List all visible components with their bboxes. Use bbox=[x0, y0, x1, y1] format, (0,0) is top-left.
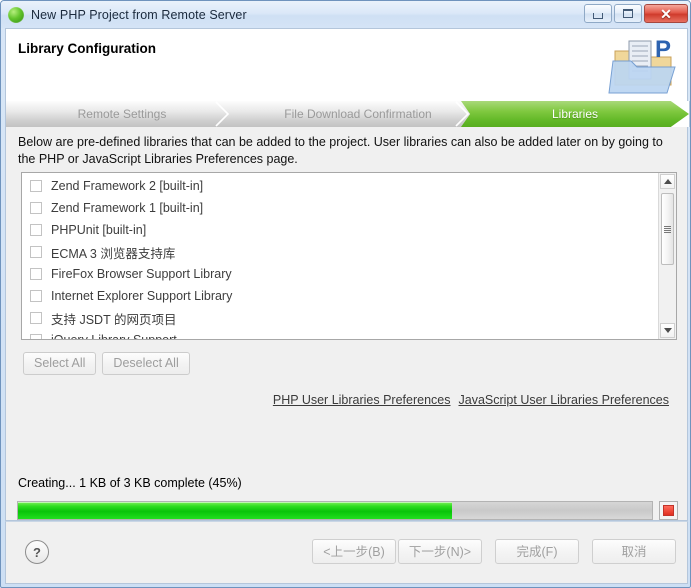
step-label: Remote Settings bbox=[77, 107, 167, 121]
stop-button[interactable] bbox=[659, 501, 678, 520]
library-label: 支持 JSDT 的网页项目 bbox=[51, 312, 177, 327]
deselect-all-button[interactable]: Deselect All bbox=[102, 352, 190, 375]
library-checkbox[interactable] bbox=[30, 246, 42, 258]
minimize-button[interactable] bbox=[584, 4, 612, 23]
help-button[interactable]: ? bbox=[25, 540, 49, 564]
wizard-window: New PHP Project from Remote Server ✕ Lib… bbox=[0, 0, 691, 588]
progress-status-text: Creating... 1 KB of 3 KB complete (45%) bbox=[18, 476, 242, 490]
library-label: jQuery Library Support bbox=[51, 333, 177, 339]
step-label: File Download Confirmation bbox=[284, 107, 432, 121]
chevron-up-icon bbox=[663, 179, 672, 184]
back-button[interactable]: <上一步(B) bbox=[312, 539, 396, 564]
maximize-icon bbox=[623, 9, 633, 18]
list-item[interactable]: Internet Explorer Support Library bbox=[22, 285, 658, 307]
library-checkbox[interactable] bbox=[30, 224, 42, 236]
wizard-steps: Remote Settings File Download Confirmati… bbox=[5, 101, 690, 127]
progress-bar bbox=[17, 501, 653, 520]
description-text: Below are pre-defined libraries that can… bbox=[18, 135, 663, 166]
library-label: FireFox Browser Support Library bbox=[51, 267, 232, 281]
library-label: PHPUnit [built-in] bbox=[51, 223, 147, 237]
library-label: Zend Framework 1 [built-in] bbox=[51, 201, 204, 215]
header-banner: Library Configuration P bbox=[5, 28, 688, 101]
library-checkbox[interactable] bbox=[30, 268, 42, 280]
close-icon: ✕ bbox=[660, 5, 672, 22]
step-label: Libraries bbox=[551, 107, 599, 121]
list-item[interactable]: 支持 JSDT 的网页项目 bbox=[22, 307, 658, 329]
step-libraries[interactable]: Libraries bbox=[461, 101, 689, 127]
stop-icon bbox=[663, 505, 674, 516]
libraries-list-items: Zend Framework 2 [built-in] Zend Framewo… bbox=[22, 173, 658, 339]
library-label: Internet Explorer Support Library bbox=[51, 289, 233, 303]
title-bar: New PHP Project from Remote Server ✕ bbox=[1, 1, 690, 28]
scroll-down-button[interactable] bbox=[660, 323, 675, 338]
scroll-up-button[interactable] bbox=[660, 174, 675, 189]
progress-bar-fill bbox=[18, 502, 452, 519]
list-item[interactable]: ECMA 3 浏览器支持库 bbox=[22, 241, 658, 263]
progress-row bbox=[17, 500, 678, 521]
main-content: Below are pre-defined libraries that can… bbox=[5, 127, 688, 521]
php-user-libraries-preferences-link[interactable]: PHP User Libraries Preferences bbox=[273, 393, 451, 407]
next-button[interactable]: 下一步(N)> bbox=[398, 539, 482, 564]
library-checkbox[interactable] bbox=[30, 202, 42, 214]
wizard-button-group: <上一步(B) 下一步(N)> 完成(F) 取消 bbox=[312, 539, 676, 564]
library-checkbox[interactable] bbox=[30, 334, 42, 339]
list-item[interactable]: FireFox Browser Support Library bbox=[22, 263, 658, 285]
library-checkbox[interactable] bbox=[30, 180, 42, 192]
close-button[interactable]: ✕ bbox=[644, 4, 688, 23]
library-label: Zend Framework 2 [built-in] bbox=[51, 179, 204, 193]
minimize-icon bbox=[593, 12, 603, 19]
cancel-button[interactable]: 取消 bbox=[592, 539, 676, 564]
list-item[interactable]: Zend Framework 2 [built-in] bbox=[22, 175, 658, 197]
scrollbar-thumb[interactable] bbox=[661, 193, 674, 265]
libraries-list[interactable]: Zend Framework 2 [built-in] Zend Framewo… bbox=[21, 172, 677, 340]
library-checkbox[interactable] bbox=[30, 312, 42, 324]
list-item[interactable]: jQuery Library Support bbox=[22, 329, 658, 339]
php-globe-icon bbox=[8, 6, 24, 23]
chevron-down-icon bbox=[663, 328, 672, 333]
javascript-user-libraries-preferences-link[interactable]: JavaScript User Libraries Preferences bbox=[459, 393, 670, 407]
libraries-scrollbar[interactable] bbox=[658, 173, 676, 339]
selection-buttons: Select All Deselect All bbox=[23, 352, 190, 375]
svg-text:P: P bbox=[655, 36, 671, 63]
grip-icon bbox=[664, 225, 671, 233]
select-all-button[interactable]: Select All bbox=[23, 352, 97, 375]
window-controls: ✕ bbox=[584, 4, 688, 23]
maximize-button[interactable] bbox=[614, 4, 642, 23]
php-library-folder-icon: P bbox=[608, 36, 676, 94]
list-item[interactable]: PHPUnit [built-in] bbox=[22, 219, 658, 241]
library-label: ECMA 3 浏览器支持库 bbox=[51, 246, 176, 261]
preference-links: PHP User Libraries Preferences JavaScrip… bbox=[273, 393, 669, 407]
step-file-download-confirmation[interactable]: File Download Confirmation bbox=[238, 101, 478, 127]
step-remote-settings[interactable]: Remote Settings bbox=[6, 101, 238, 127]
footer-bar: ? <上一步(B) 下一步(N)> 完成(F) 取消 bbox=[5, 521, 688, 584]
list-item[interactable]: Zend Framework 1 [built-in] bbox=[22, 197, 658, 219]
page-title: Library Configuration bbox=[18, 41, 156, 56]
library-checkbox[interactable] bbox=[30, 290, 42, 302]
finish-button[interactable]: 完成(F) bbox=[495, 539, 579, 564]
window-title: New PHP Project from Remote Server bbox=[31, 7, 247, 22]
